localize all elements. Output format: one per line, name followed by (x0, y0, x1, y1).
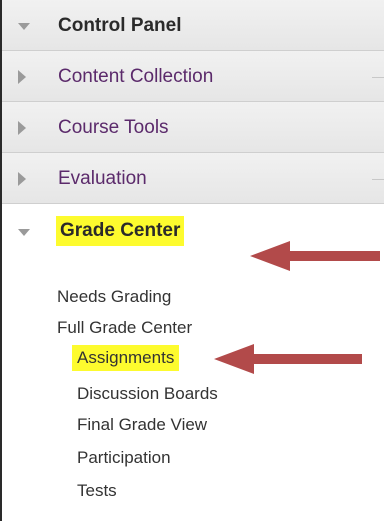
control-panel: Control Panel Content Collection Course … (2, 0, 384, 521)
collapse-arrow-icon[interactable] (18, 23, 30, 30)
expand-arrow-icon[interactable] (18, 172, 26, 186)
collapse-arrow-icon[interactable] (18, 229, 30, 236)
control-panel-header[interactable]: Control Panel (2, 0, 384, 51)
menu-item-content-collection[interactable]: Content Collection (2, 51, 384, 102)
expand-arrow-icon[interactable] (18, 121, 26, 135)
link-needs-grading[interactable]: Needs Grading (57, 286, 171, 308)
link-discussion-boards[interactable]: Discussion Boards (77, 383, 218, 405)
link-final-grade-view[interactable]: Final Grade View (77, 414, 207, 436)
expand-arrow-icon[interactable] (18, 70, 26, 84)
divider (372, 179, 384, 180)
link-tests[interactable]: Tests (77, 480, 117, 502)
link-participation[interactable]: Participation (77, 447, 171, 469)
callout-arrow-icon (214, 344, 362, 374)
link-assignments[interactable]: Assignments (72, 345, 180, 371)
menu-item-label[interactable]: Evaluation (58, 167, 147, 191)
menu-item-course-tools[interactable]: Course Tools (2, 102, 384, 153)
link-full-grade-center[interactable]: Full Grade Center (57, 317, 192, 339)
menu-item-label[interactable]: Course Tools (58, 116, 169, 140)
divider (372, 77, 384, 78)
control-panel-title: Control Panel (58, 15, 182, 36)
grade-center-title[interactable]: Grade Center (56, 216, 185, 246)
menu-item-label[interactable]: Content Collection (58, 65, 213, 89)
callout-arrow-icon (250, 241, 380, 271)
menu-item-evaluation[interactable]: Evaluation (2, 153, 384, 204)
